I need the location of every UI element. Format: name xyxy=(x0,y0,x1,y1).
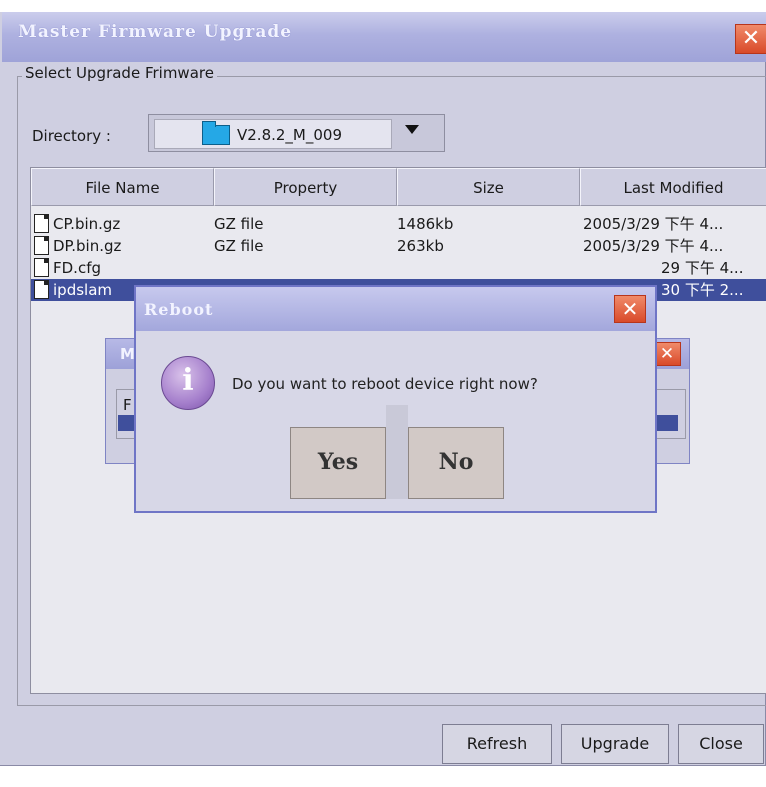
file-icon xyxy=(34,258,49,277)
file-name: ipdslam xyxy=(53,281,112,299)
info-icon: i xyxy=(161,356,215,410)
close-icon[interactable]: ✕ xyxy=(653,342,681,366)
table-header: File Name Property Size Last Modified xyxy=(31,168,766,208)
column-header-size[interactable]: Size xyxy=(397,168,580,206)
close-button[interactable]: Close xyxy=(678,724,764,764)
table-row[interactable]: FD.cfg 29 下午 4... xyxy=(31,257,766,279)
file-name: FD.cfg xyxy=(53,259,101,277)
upgrade-button[interactable]: Upgrade xyxy=(561,724,669,764)
column-header-last-modified[interactable]: Last Modified xyxy=(580,168,766,206)
file-modified: 2005/3/29 下午 4... xyxy=(583,215,724,233)
background-dialog-label: F xyxy=(123,396,132,414)
file-property: GZ file xyxy=(214,237,264,255)
file-property: GZ file xyxy=(214,215,264,233)
directory-value: V2.8.2_M_009 xyxy=(237,126,342,144)
group-label: Select Upgrade Frimware xyxy=(22,64,217,82)
chevron-down-icon[interactable] xyxy=(405,125,419,134)
yes-button[interactable]: Yes xyxy=(290,427,386,499)
file-modified: 30 下午 2... xyxy=(661,281,744,299)
directory-field[interactable]: V2.8.2_M_009 xyxy=(154,119,392,149)
window-title: Master Firmware Upgrade xyxy=(18,22,293,42)
refresh-button[interactable]: Refresh xyxy=(442,724,552,764)
reboot-close-button[interactable]: ✕ xyxy=(614,295,646,323)
file-icon xyxy=(34,236,49,255)
file-icon xyxy=(34,214,49,233)
file-modified: 29 下午 4... xyxy=(661,259,744,277)
table-row[interactable]: DP.bin.gz GZ file 263kb 2005/3/29 下午 4..… xyxy=(31,235,766,257)
background-dialog-title: M xyxy=(120,345,135,363)
directory-dropdown[interactable]: V2.8.2_M_009 xyxy=(148,114,445,152)
file-icon xyxy=(34,280,49,299)
file-modified: 2005/3/29 下午 4... xyxy=(583,237,724,255)
window-close-button[interactable]: ✕ xyxy=(735,24,766,54)
file-name: DP.bin.gz xyxy=(53,237,122,255)
file-size: 263kb xyxy=(397,237,444,255)
folder-icon xyxy=(202,121,230,145)
file-name: CP.bin.gz xyxy=(53,215,121,233)
column-header-file-name[interactable]: File Name xyxy=(31,168,214,206)
reboot-dialog-titlebar[interactable]: Reboot ✕ xyxy=(136,287,655,331)
no-button[interactable]: No xyxy=(408,427,504,499)
column-header-property[interactable]: Property xyxy=(214,168,397,206)
button-divider xyxy=(386,405,408,499)
table-row[interactable]: CP.bin.gz GZ file 1486kb 2005/3/29 下午 4.… xyxy=(31,213,766,235)
reboot-dialog: Reboot ✕ i Do you want to reboot device … xyxy=(134,285,657,513)
reboot-dialog-title: Reboot xyxy=(144,300,214,319)
info-glyph: i xyxy=(182,363,194,398)
reboot-message: Do you want to reboot device right now? xyxy=(232,375,538,393)
file-size: 1486kb xyxy=(397,215,454,233)
directory-label: Directory : xyxy=(32,127,111,145)
